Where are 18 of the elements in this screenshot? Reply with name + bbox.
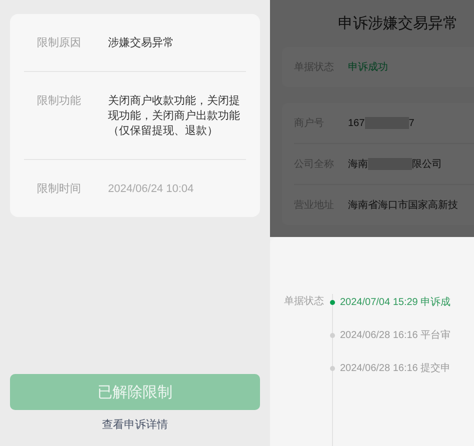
- field-value: 关闭商户收款功能，关闭提现功能，关闭商户出款功能（仅保留提现、退款）: [108, 94, 241, 139]
- view-appeal-details-link[interactable]: 查看申诉详情: [102, 417, 168, 432]
- field-value: 申诉成功: [348, 60, 388, 74]
- field-value: 海南省海口市国家高新技: [348, 198, 458, 212]
- field-label: 限制时间: [37, 182, 82, 197]
- timeline-entry: 2024/07/04 15:29 申诉成: [340, 296, 451, 309]
- field-value: 海南: [348, 158, 368, 171]
- field-label: 单据状态: [284, 294, 325, 309]
- field-value: 167: [348, 118, 365, 128]
- page-title: 申诉涉嫌交易异常: [337, 14, 459, 33]
- field-label: 限制功能: [37, 94, 82, 109]
- field-value: 7: [408, 118, 414, 128]
- timeline-entry: 2024/06/28 16:16 提交申: [340, 362, 451, 375]
- field-value: 限公司: [412, 158, 442, 171]
- field-value: 涉嫌交易异常: [108, 36, 175, 51]
- field-label: 限制原因: [37, 36, 82, 51]
- timeline-entry: 2024/06/28 16:16 平台审: [340, 328, 451, 342]
- field-value: 2024/06/24 10:04: [108, 182, 195, 197]
